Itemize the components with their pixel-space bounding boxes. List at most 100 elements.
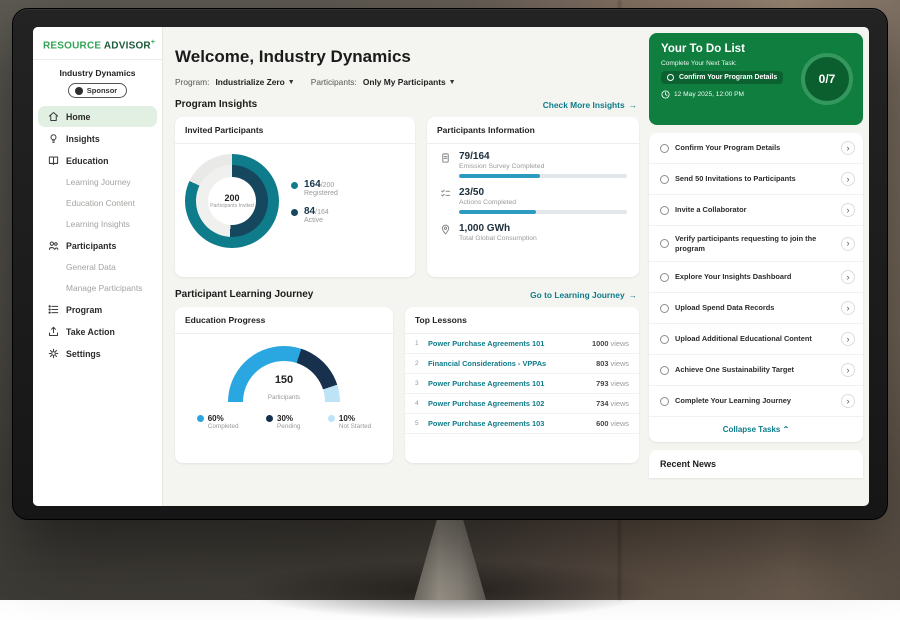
sidebar-item-general-data[interactable]: General Data [38,257,157,277]
todo-task-upload-spend-data-records[interactable]: Upload Spend Data Records› [649,293,863,324]
todo-column: Your To Do List Complete Your Next Task:… [649,33,863,506]
sidebar-item-take-action[interactable]: Take Action [38,321,157,342]
sidebar-nav: Home Insights Education Learning Journey Edu… [33,106,162,364]
chevron-right-icon[interactable]: › [841,394,855,408]
legend-dot [328,415,335,422]
sidebar-item-education-content[interactable]: Education Content [38,193,157,213]
task-checkbox[interactable] [660,335,669,344]
chevron-right-icon[interactable]: › [841,270,855,284]
task-label: Explore Your Insights Dashboard [675,272,835,282]
todo-task-explore-your-insights-dashboard[interactable]: Explore Your Insights Dashboard › [649,262,863,293]
task-label: Verify participants requesting to join t… [675,234,835,253]
lesson-title-link[interactable]: Power Purchase Agreements 101 [428,379,589,388]
chevron-right-icon[interactable]: › [841,301,855,315]
sidebar: RESOURCE ADVISOR+ Industry Dynamics Spon… [33,27,163,506]
chevron-right-icon[interactable]: › [841,332,855,346]
chevron-down-icon: ▼ [288,79,295,86]
sidebar-item-learning-insights[interactable]: Learning Insights [38,214,157,234]
chevron-right-icon[interactable]: › [841,172,855,186]
sidebar-item-label: General Data [66,262,116,272]
sidebar-item-label: Take Action [66,327,115,337]
lesson-title-link[interactable]: Power Purchase Agreements 102 [428,399,589,408]
task-checkbox[interactable] [660,397,669,406]
lesson-rank: 4 [415,400,421,407]
legend-dot [291,209,298,216]
screen: RESOURCE ADVISOR+ Industry Dynamics Spon… [33,27,869,506]
card-title: Top Lessons [405,307,639,334]
lesson-title-link[interactable]: Financial Considerations - VPPAs [428,359,589,368]
task-checkbox[interactable] [660,304,669,313]
top-lessons-card: Top Lessons 1Power Purchase Agreements 1… [405,307,639,463]
lesson-title-link[interactable]: Power Purchase Agreements 103 [428,419,589,428]
logo-text-resource: RESOURCE [43,40,101,51]
chevron-right-icon[interactable]: › [841,141,855,155]
chevron-right-icon[interactable]: › [841,203,855,217]
lesson-views: 600 views [596,419,629,428]
todo-task-achieve-one-sustainability-target[interactable]: Achieve One Sustainability Target › [649,355,863,386]
task-label: Upload Additional Educational Content [675,334,835,344]
task-checkbox[interactable] [660,206,669,215]
sponsor-badge[interactable]: Sponsor [68,83,127,98]
program-insights-header: Program Insights Check More Insights → [175,99,637,110]
sidebar-item-settings[interactable]: Settings [38,343,157,364]
lesson-row: 5Power Purchase Agreements 103600 views [405,414,639,434]
sidebar-item-label: Manage Participants [66,283,142,293]
participants-select[interactable]: Only My Participants ▼ [363,77,456,87]
sidebar-item-label: Education Content [66,198,135,208]
todo-task-send-50-invitations-to-participants[interactable]: Send 50 Invitations to Participants› [649,164,863,195]
arrow-right-icon: → [629,100,637,110]
section-title: Program Insights [175,99,257,110]
check-more-insights-link[interactable]: Check More Insights → [543,100,637,110]
sidebar-item-label: Program [66,305,102,315]
progress-bar [459,174,627,178]
collapse-tasks-link[interactable]: Collapse Tasks ⌃ [649,417,863,442]
task-checkbox[interactable] [660,239,669,248]
todo-task-invite-a-collaborator[interactable]: Invite a Collaborator› [649,195,863,226]
chevron-down-icon: ▼ [449,79,456,86]
logo-plus: + [151,39,155,46]
lesson-row: 4Power Purchase Agreements 102734 views [405,394,639,414]
task-label: Achieve One Sustainability Target [675,365,835,375]
top-lessons-list: 1Power Purchase Agreements 1011000 views… [405,334,639,434]
task-checkbox[interactable] [660,175,669,184]
chevron-right-icon[interactable]: › [841,363,855,377]
stat-global-consumption: 1,000 GWh Total Global Consumption [427,216,639,248]
filters-bar: Program: Industrialize Zero ▼ Participan… [175,77,639,87]
program-icon [48,304,59,315]
todo-task-upload-additional-educational-content[interactable]: Upload Additional Educational Content › [649,324,863,355]
task-checkbox[interactable] [660,273,669,282]
task-label: Complete Your Learning Journey [675,396,835,406]
sidebar-item-manage-participants[interactable]: Manage Participants [38,278,157,298]
task-checkbox[interactable] [660,144,669,153]
chevron-right-icon[interactable]: › [841,237,855,251]
lesson-views: 793 views [596,379,629,388]
task-checkbox[interactable] [660,366,669,375]
sidebar-item-education[interactable]: Education [38,150,157,171]
program-select[interactable]: Industrialize Zero ▼ [215,77,294,87]
lesson-title-link[interactable]: Power Purchase Agreements 101 [428,339,585,348]
next-task-chip[interactable]: Confirm Your Program Details [661,71,783,84]
invited-participants-donut: 200 Participants Invited [185,154,279,248]
sidebar-item-learning-journey[interactable]: Learning Journey [38,172,157,192]
sidebar-item-program[interactable]: Program [38,299,157,320]
sidebar-item-participants[interactable]: Participants [38,235,157,256]
take-action-icon [48,326,59,337]
go-to-learning-journey-link[interactable]: Go to Learning Journey → [530,290,637,300]
sidebar-item-label: Participants [66,241,116,251]
sidebar-item-label: Learning Journey [66,177,131,187]
learning-cards-row: Education Progress 150 Participants [175,307,639,463]
legend-active: 84/164 Active [291,206,338,224]
todo-task-complete-your-learning-journey[interactable]: Complete Your Learning Journey › [649,386,863,417]
main-column: Welcome, Industry Dynamics Program: Indu… [175,33,639,506]
lesson-views: 803 views [596,359,629,368]
todo-task-confirm-your-program-details[interactable]: Confirm Your Program Details› [649,133,863,164]
card-title: Education Progress [175,307,393,334]
sidebar-item-label: Settings [66,349,101,359]
todo-task-verify-participants-requesting-to-join-the-program[interactable]: Verify participants requesting to join t… [649,226,863,262]
lesson-row: 2Financial Considerations - VPPAs803 vie… [405,354,639,374]
section-title: Participant Learning Journey [175,289,313,300]
sidebar-item-label: Insights [66,134,100,144]
lesson-views: 1000 views [592,339,629,348]
sidebar-item-insights[interactable]: Insights [38,128,157,149]
sidebar-item-home[interactable]: Home [38,106,157,127]
